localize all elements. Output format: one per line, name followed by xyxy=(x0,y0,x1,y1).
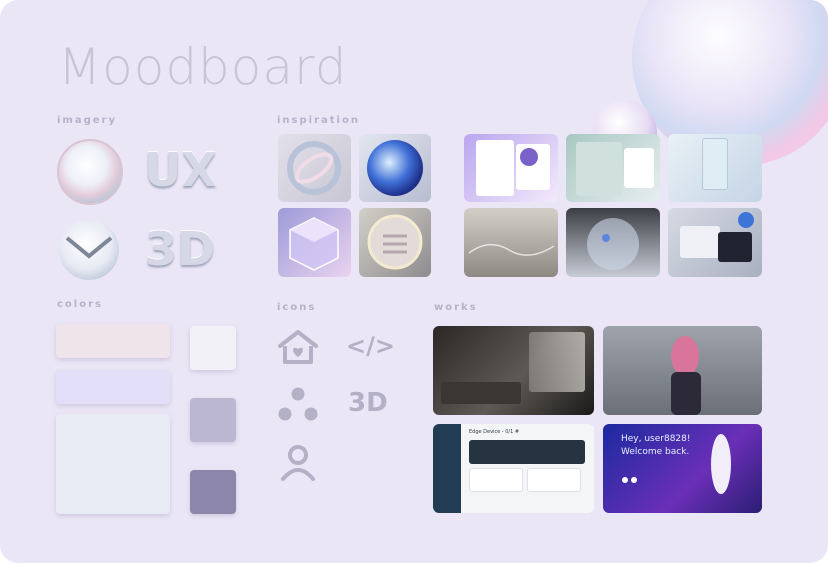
section-label-imagery: imagery xyxy=(57,115,117,126)
work-interior-render xyxy=(433,326,594,415)
section-label-colors: colors xyxy=(57,299,103,310)
color-swatch xyxy=(190,470,236,514)
inspiration-mobile-app xyxy=(464,134,558,202)
color-swatch xyxy=(190,398,236,442)
3d-icon: 3D xyxy=(348,388,388,418)
inspiration-wave-dashboard xyxy=(464,208,558,277)
work-dashboard: Edge Device - 0/1 # xyxy=(433,424,594,513)
inspiration-blue-sphere xyxy=(359,134,431,202)
work-welcome-screen: Hey, user8828! Welcome back. xyxy=(603,424,762,513)
section-label-inspiration: inspiration xyxy=(277,115,360,126)
inspiration-glass-disc xyxy=(566,208,660,277)
heart-house-icon xyxy=(278,330,318,364)
user-icon xyxy=(281,445,315,481)
inspiration-chrome-coin xyxy=(359,208,431,277)
inspiration-landing-pages xyxy=(668,208,762,277)
inspiration-agustus-app xyxy=(566,134,660,202)
inspiration-phone-mockup xyxy=(668,134,762,202)
inspiration-ring-sphere xyxy=(278,134,351,202)
three-dots-icon xyxy=(278,387,318,421)
color-swatch xyxy=(56,324,170,358)
code-icon: </> xyxy=(346,332,395,360)
three-d-text: 3D xyxy=(145,222,216,276)
section-label-icons: icons xyxy=(277,302,317,313)
dashboard-title: Edge Device - 0/1 # xyxy=(469,429,520,435)
glass-envelope-image xyxy=(59,220,119,280)
color-swatch xyxy=(56,414,170,514)
ux-3d-text: UX xyxy=(144,143,217,197)
page-title: Moodboard xyxy=(58,38,348,96)
color-swatch xyxy=(190,326,236,370)
work-3d-character xyxy=(603,326,762,415)
section-label-works: works xyxy=(434,302,478,313)
inspiration-glass-cube xyxy=(278,208,351,277)
moodboard: Moodboard imagery UX 3D inspiration colo… xyxy=(0,0,828,563)
glass-sphere-image xyxy=(57,139,123,205)
color-swatch xyxy=(56,370,170,404)
